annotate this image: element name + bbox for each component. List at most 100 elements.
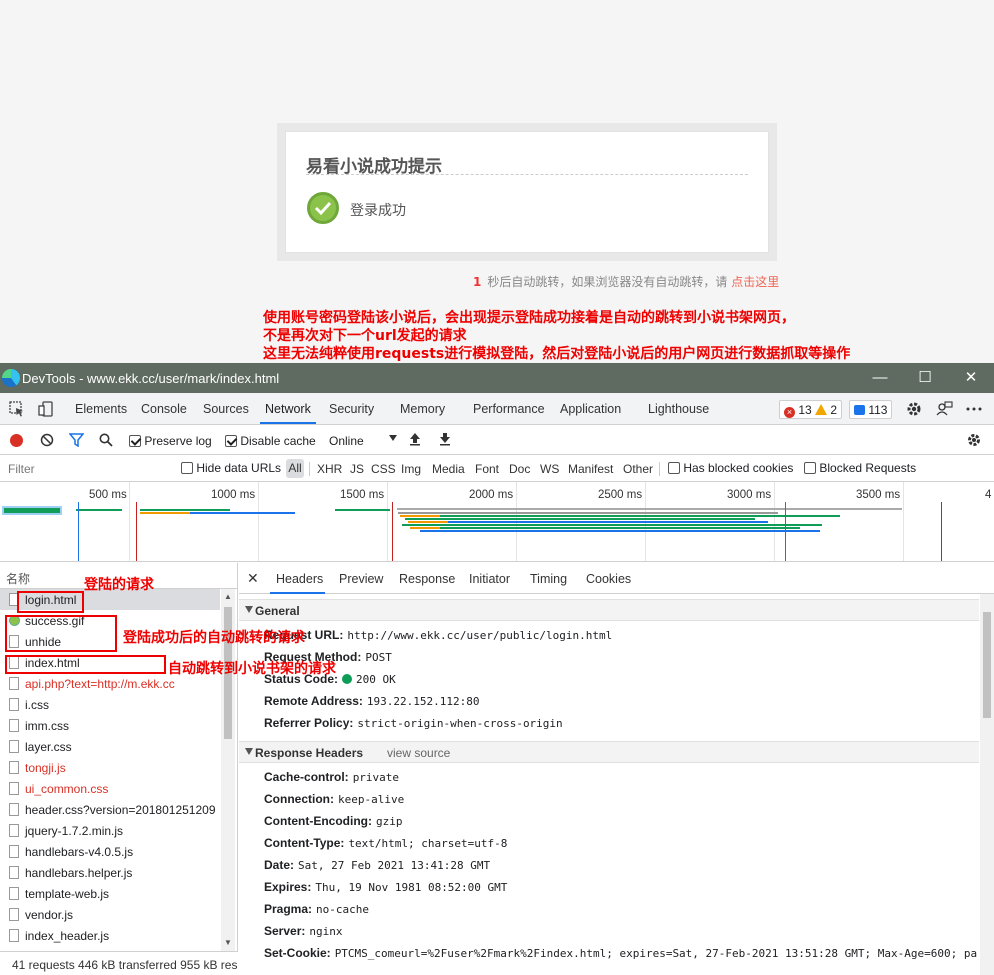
type-filter-js[interactable]: JS [350,462,364,476]
request-row[interactable]: tongji.js [0,757,220,778]
header-value[interactable]: PTCMS_comeurl=%2Fuser%2Fmark%2Findex.htm… [335,947,977,960]
tab-console[interactable]: Console [141,402,187,416]
header-value[interactable]: POST [365,651,392,664]
type-filter-doc[interactable]: Doc [509,462,530,476]
tab-timing[interactable]: Timing [530,572,567,586]
network-settings-gear-icon[interactable] [966,432,982,451]
header-value[interactable]: no-cache [316,903,369,916]
expand-triangle-icon[interactable] [245,606,253,613]
header-value[interactable]: keep-alive [338,793,404,806]
disable-cache-checkbox[interactable]: Disable cache [225,434,316,448]
request-row[interactable]: header.css?version=201801251209 [0,799,220,820]
type-filter-css[interactable]: CSS [371,462,396,476]
hide-data-urls-checkbox[interactable]: Hide data URLs [181,461,281,475]
request-row[interactable]: index_header.js [0,925,220,946]
header-value[interactable]: Sat, 27 Feb 2021 13:41:28 GMT [298,859,490,872]
expand-triangle-icon[interactable] [245,748,253,755]
issues-badge[interactable]: × 13 2 [779,400,843,419]
file-icon [9,824,19,837]
checkbox-checked[interactable] [129,435,141,447]
tab-memory[interactable]: Memory [400,402,445,416]
request-row[interactable]: ui_common.css [0,778,220,799]
request-row[interactable]: template-web.js [0,883,220,904]
close-details-button[interactable]: ✕ [247,570,259,587]
type-filter-manifest[interactable]: Manifest [568,462,613,476]
view-source-link[interactable]: view source [387,746,450,760]
tab-application[interactable]: Application [560,402,621,416]
tab-lighthouse[interactable]: Lighthouse [648,402,709,416]
waterfall-bar [420,530,820,532]
tab-preview[interactable]: Preview [339,572,383,586]
request-row[interactable]: vendor.js [0,904,220,925]
network-overview-timeline[interactable]: 500 ms 1000 ms 1500 ms 2000 ms 2500 ms 3… [0,482,994,562]
type-filter-img[interactable]: Img [401,462,421,476]
checkbox-unchecked[interactable] [181,462,193,474]
settings-gear-icon[interactable] [905,400,923,418]
request-row[interactable]: imm.css [0,715,220,736]
type-filter-all[interactable]: All [286,459,304,478]
tab-initiator[interactable]: Initiator [469,572,510,586]
tab-headers[interactable]: Headers [276,572,323,586]
general-section-header[interactable]: General [239,599,979,621]
blocked-requests-checkbox[interactable]: Blocked Requests [804,461,916,475]
clear-icon[interactable] [40,433,54,450]
header-value[interactable]: private [353,771,399,784]
close-window-button[interactable]: ✕ [960,367,982,389]
tab-response[interactable]: Response [399,572,455,586]
checkbox-unchecked[interactable] [804,462,816,474]
tab-performance[interactable]: Performance [473,402,545,416]
header-value[interactable]: gzip [376,815,403,828]
header-key: Set-Cookie: [264,946,331,960]
has-blocked-cookies-checkbox[interactable]: Has blocked cookies [668,461,793,475]
details-scrollbar[interactable] [980,594,994,975]
filter-input[interactable]: Filter [8,462,35,476]
error-icon: × [784,407,795,418]
header-value[interactable]: 200 OK [356,673,396,686]
redirect-link[interactable]: 点击这里 [731,275,779,289]
type-filter-ws[interactable]: WS [540,462,559,476]
request-row[interactable]: i.css [0,694,220,715]
tab-elements[interactable]: Elements [75,402,127,416]
tab-security[interactable]: Security [329,402,374,416]
throttling-select[interactable]: Online [329,434,364,448]
more-options-icon[interactable] [965,400,983,418]
response-headers-section-header[interactable]: Response Headers view source [239,741,979,763]
record-icon[interactable] [10,434,23,447]
request-row[interactable]: jquery-1.7.2.min.js [0,820,220,841]
scroll-down-icon[interactable]: ▼ [224,938,232,947]
minimize-button[interactable]: — [869,367,891,389]
type-filter-other[interactable]: Other [623,462,653,476]
tab-network[interactable]: Network [265,402,311,416]
search-icon[interactable] [99,433,113,450]
header-value[interactable]: Thu, 19 Nov 1981 08:52:00 GMT [315,881,507,894]
type-filter-xhr[interactable]: XHR [317,462,342,476]
header-value[interactable]: strict-origin-when-cross-origin [357,717,562,730]
chevron-down-icon[interactable] [389,435,397,441]
checkbox-checked[interactable] [225,435,237,447]
preserve-log-checkbox[interactable]: Preserve log [129,434,212,448]
import-har-icon[interactable] [409,432,421,449]
tab-sources[interactable]: Sources [203,402,249,416]
filter-funnel-icon[interactable] [68,433,85,450]
messages-badge[interactable]: 113 [849,400,893,419]
tab-cookies[interactable]: Cookies [586,572,631,586]
request-row[interactable]: handlebars-v4.0.5.js [0,841,220,862]
inspect-element-icon[interactable] [8,400,26,418]
request-row[interactable]: handlebars.helper.js [0,862,220,883]
waterfall-bar [440,527,800,529]
type-filter-font[interactable]: Font [475,462,499,476]
header-value[interactable]: http://www.ekk.cc/user/public/login.html [347,629,612,642]
export-har-icon[interactable] [439,432,451,449]
maximize-button[interactable]: ☐ [914,367,936,389]
device-toolbar-icon[interactable] [38,400,56,418]
tick-label: 1000 ms [211,489,256,501]
header-value[interactable]: nginx [309,925,342,938]
header-value[interactable]: text/html; charset=utf-8 [348,837,507,850]
checkbox-unchecked[interactable] [668,462,680,474]
scrollbar-thumb[interactable] [983,612,991,718]
request-row[interactable]: layer.css [0,736,220,757]
feedback-icon[interactable] [935,400,953,418]
type-filter-media[interactable]: Media [432,462,465,476]
scroll-up-icon[interactable]: ▲ [224,592,232,601]
header-value[interactable]: 193.22.152.112:80 [367,695,480,708]
